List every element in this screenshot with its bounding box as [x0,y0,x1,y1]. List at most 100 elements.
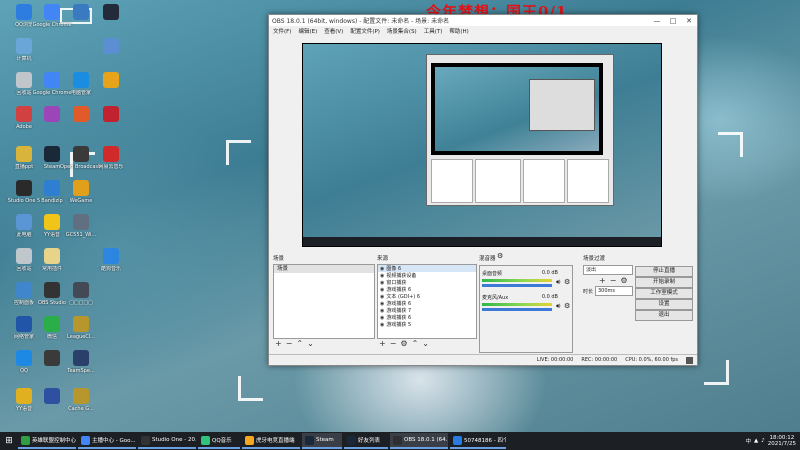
desktop-icon[interactable]: LeagueCl... [60,316,102,340]
taskbar-item[interactable]: Studio One - 20... [138,433,196,449]
duration-field[interactable]: 300ms [595,286,633,296]
desktop-icon[interactable]: GC551_Wi... [60,214,102,238]
menu-item[interactable]: 工具(T) [424,27,443,35]
taskbar-item[interactable]: 好友列表 [344,433,388,449]
taskbar-item[interactable]: 50748186 - 四个... [450,433,506,449]
menu-item[interactable]: 场景集合(S) [387,27,417,35]
source-item[interactable]: ◉ 游戏捕获 6 [378,314,476,322]
move-up-icon[interactable]: ⌃ [296,339,303,348]
source-item[interactable]: ◉ 游戏捕获 6 [378,300,476,308]
volume-slider[interactable] [482,284,552,287]
menu-item[interactable]: 帮助(H) [449,27,468,35]
visibility-eye-icon[interactable]: ◉ [380,315,384,321]
app-icon [44,350,60,366]
taskbar-item[interactable]: Steam [302,433,342,449]
visibility-eye-icon[interactable]: ◉ [380,294,384,300]
maximize-button[interactable]: □ [665,17,681,25]
add-transition-button[interactable]: + [599,276,606,285]
visibility-eye-icon[interactable]: ◉ [380,280,384,286]
obs-titlebar[interactable]: OBS 18.0.1 (64bit, windows) - 配置文件: 未命名 … [269,15,697,26]
source-item[interactable]: ◉ 游戏捕获 7 [378,307,476,315]
volume-icon[interactable]: ♪ [761,438,765,444]
scenes-list[interactable]: 场景 [273,264,375,339]
minimize-button[interactable]: — [649,17,665,25]
menu-item[interactable]: 查看(V) [324,27,343,35]
remove-transition-button[interactable]: − [610,276,617,285]
add-scene-button[interactable]: + [275,339,282,348]
source-item[interactable]: ◉ 游戏捕获 5 [378,321,476,329]
taskbar-item[interactable]: OBS 18.0.1 (64... [390,433,448,449]
taskbar-item-label: 英雄联盟控制中心 [32,438,76,444]
visibility-eye-icon[interactable]: ◉ [380,322,384,328]
taskbar-item-label: OBS 18.0.1 (64... [404,437,448,443]
windows-start-icon[interactable]: ⊞ [0,432,18,450]
gear-icon[interactable]: ⚙ [400,339,407,348]
visibility-eye-icon[interactable]: ◉ [380,301,384,307]
move-up-icon[interactable]: ⌃ [412,339,419,348]
preview-desktop [303,44,661,237]
taskbar-item[interactable]: 英雄联盟控制中心 [18,433,76,449]
taskbar-item[interactable]: 主播中心 - Goo... [78,433,136,449]
app-icon [73,388,89,404]
desktop-icon[interactable]: Cache G... [60,388,102,412]
obs-window[interactable]: OBS 18.0.1 (64bit, windows) - 配置文件: 未命名 … [268,14,698,366]
gear-icon[interactable]: ⚙ [620,276,627,285]
gear-icon[interactable]: ⚙ [564,302,570,310]
desktop-icon[interactable]: □□□□□ [60,282,102,306]
settings-button[interactable]: 设置 [635,299,693,310]
taskbar-item[interactable]: 虎牙电竞直播端 [242,433,300,449]
desktop-icon[interactable]: 网易云音乐 [90,146,132,170]
menu-item[interactable]: 文件(F) [273,27,291,35]
desktop-icon[interactable]: WeGame [60,180,102,204]
stop-streaming-button[interactable]: 停止直播 [635,266,693,277]
exit-button[interactable]: 退出 [635,310,693,321]
source-item[interactable]: ◉ 文本 (GDI+) 6 [378,293,476,301]
speaker-icon[interactable]: 🔊︎ [556,302,560,311]
gear-icon[interactable]: ⚙ [497,252,503,260]
desktop-icon[interactable] [90,106,132,124]
app-icon [81,435,90,445]
desktop-icon[interactable]: 常用插件 [31,248,73,272]
add-source-button[interactable]: + [379,339,386,348]
obs-preview-canvas[interactable] [302,43,662,247]
ime-indicator[interactable]: 中 [746,437,752,445]
remove-source-button[interactable]: − [390,339,397,348]
sources-list[interactable]: ◉ 图像 6 ◉ 视频捕获设备 ◉ 窗口捕获 ◉ 游戏捕获 6 ◉ 文本 (GDI+) 6 ◉ 游戏捕… [377,264,477,339]
desktop-icon-label: LeagueCl... [67,334,95,340]
source-item-label: 视频捕获设备 [386,273,417,279]
desktop-icon[interactable]: 酷狗音乐 [90,248,132,272]
system-tray: 中 ▲ ♪ 18:00:12 2021/7/25 [746,432,796,450]
visibility-eye-icon[interactable]: ◉ [380,308,384,314]
visibility-eye-icon[interactable]: ◉ [380,266,384,272]
menu-item[interactable]: 编辑(E) [298,27,317,35]
desktop-icon[interactable]: 计算机 [3,38,45,62]
scene-item[interactable]: 场景 [274,265,374,273]
source-item-label: 图像 6 [386,266,402,272]
app-icon [16,214,32,230]
speaker-icon[interactable]: 🔊︎ [556,278,560,287]
desktop-icon[interactable]: TeamSpe... [60,350,102,374]
source-item[interactable]: ◉ 图像 6 [378,265,476,272]
desktop-icon[interactable] [90,4,132,22]
source-item[interactable]: ◉ 视频捕获设备 [378,272,476,280]
desktop-icon[interactable] [90,72,132,90]
taskbar-item[interactable]: QQ音乐 [198,433,240,449]
studio-mode-button[interactable]: 工作室模式 [635,288,693,299]
desktop-icon[interactable] [90,38,132,56]
source-item[interactable]: ◉ 窗口捕获 [378,279,476,287]
network-icon[interactable]: ▲ [754,438,758,444]
remove-scene-button[interactable]: − [286,339,293,348]
source-item[interactable]: ◉ 游戏捕获 6 [378,286,476,294]
start-recording-button[interactable]: 开始录制 [635,277,693,288]
volume-slider[interactable] [482,308,552,311]
gear-icon[interactable]: ⚙ [564,278,570,286]
visibility-eye-icon[interactable]: ◉ [380,287,384,293]
move-down-icon[interactable]: ⌄ [422,339,429,348]
app-icon [16,72,32,88]
menu-item[interactable]: 配置文件(P) [350,27,380,35]
move-down-icon[interactable]: ⌄ [307,339,314,348]
visibility-eye-icon[interactable]: ◉ [380,273,384,279]
transition-select[interactable]: 淡出 [583,265,633,275]
clock[interactable]: 18:00:12 2021/7/25 [768,435,796,447]
close-button[interactable]: ✕ [681,17,697,25]
